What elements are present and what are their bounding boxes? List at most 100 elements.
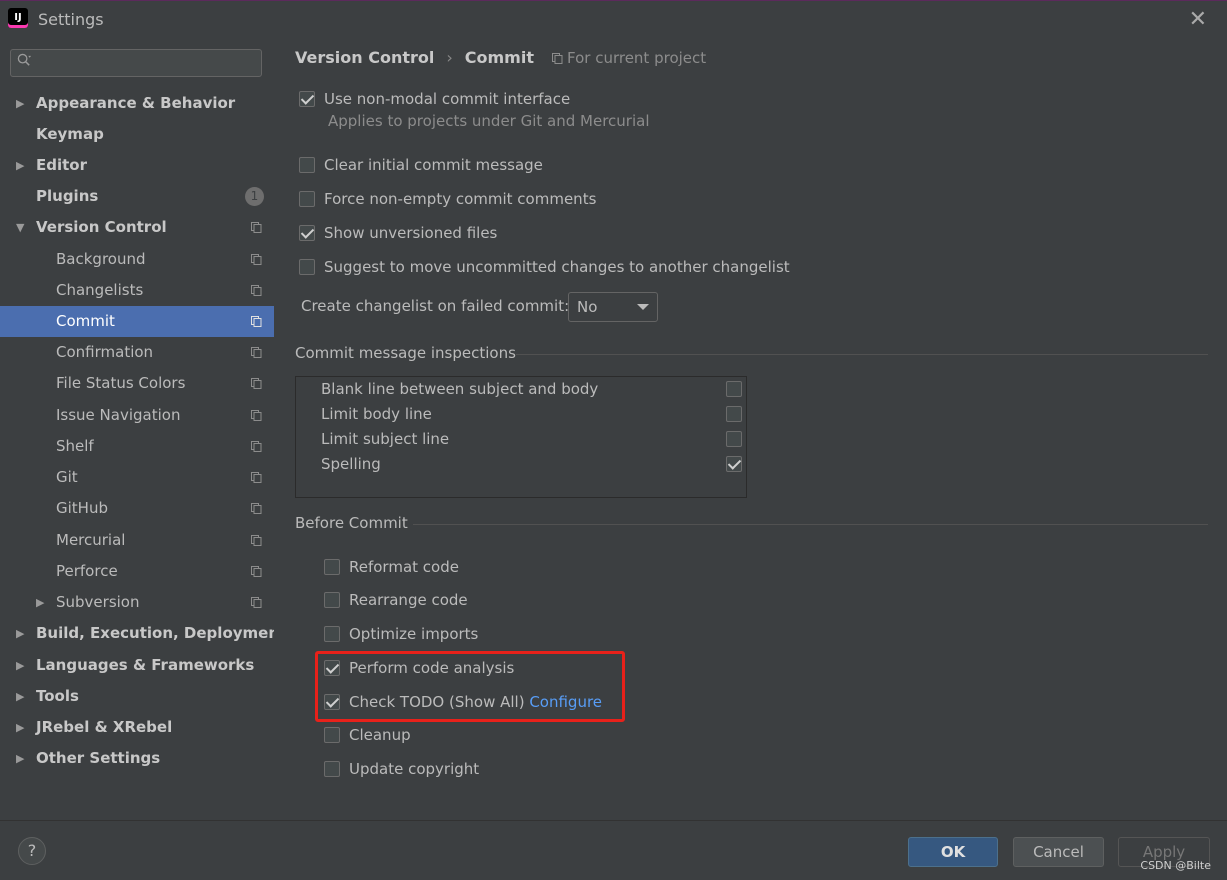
- search-input[interactable]: [45, 53, 259, 75]
- force-nonempty-comments-option[interactable]: Force non-empty commit comments: [299, 187, 596, 211]
- clear-initial-message-option[interactable]: Clear initial commit message: [299, 153, 543, 177]
- project-scope-icon: [251, 566, 262, 577]
- perform-code-analysis-option[interactable]: Perform code analysis: [324, 656, 514, 680]
- force-nonempty-comments-checkbox[interactable]: [299, 191, 315, 207]
- sidebar-item-label: Shelf: [56, 437, 94, 455]
- watermark: CSDN @Bilte: [1140, 859, 1211, 872]
- collapsed-arrow-icon[interactable]: ▶: [16, 618, 24, 649]
- inspection-checkbox[interactable]: [726, 456, 742, 472]
- sidebar-item-jrebel-xrebel[interactable]: ▶ JRebel & XRebel: [0, 712, 274, 743]
- sidebar-item-label: Build, Execution, Deployment: [36, 624, 287, 642]
- sidebar-item-confirmation[interactable]: Confirmation: [0, 337, 274, 368]
- collapsed-arrow-icon[interactable]: ▶: [16, 88, 24, 119]
- help-button[interactable]: ?: [18, 837, 46, 865]
- project-scope-icon: [251, 410, 262, 421]
- non-modal-commit-checkbox[interactable]: [299, 91, 315, 107]
- collapsed-arrow-icon[interactable]: ▶: [36, 587, 44, 618]
- configure-todo-link[interactable]: Configure: [529, 693, 602, 711]
- sidebar-item-issue-navigation[interactable]: Issue Navigation: [0, 400, 274, 431]
- commit-settings-panel: Version Control › Commit For current proje…: [274, 38, 1227, 820]
- sidebar-item-perforce[interactable]: Perforce: [0, 556, 274, 587]
- inspection-row: Limit body line: [321, 402, 751, 427]
- project-scope-icon: [251, 378, 262, 389]
- sidebar-item-appearance-behavior[interactable]: ▶ Appearance & Behavior: [0, 88, 274, 119]
- project-scope-icon: [251, 222, 262, 233]
- optimize-imports-option[interactable]: Optimize imports: [324, 622, 478, 646]
- optimize-imports-checkbox[interactable]: [324, 626, 340, 642]
- sidebar-item-commit[interactable]: Commit: [0, 306, 274, 337]
- inspection-row: Spelling: [321, 452, 751, 477]
- sidebar-item-subversion[interactable]: ▶ Subversion: [0, 587, 274, 618]
- sidebar-item-shelf[interactable]: Shelf: [0, 431, 274, 462]
- sidebar-item-plugins[interactable]: Plugins 1: [0, 181, 274, 212]
- cancel-button[interactable]: Cancel: [1013, 837, 1104, 867]
- update-copyright-option[interactable]: Update copyright: [324, 757, 479, 781]
- cleanup-label: Cleanup: [349, 726, 411, 744]
- changelist-on-failed-select[interactable]: No: [568, 292, 658, 322]
- reformat-code-option[interactable]: Reformat code: [324, 555, 459, 579]
- project-scope-icon: [251, 316, 262, 327]
- reformat-code-checkbox[interactable]: [324, 559, 340, 575]
- sidebar-item-keymap[interactable]: Keymap: [0, 119, 274, 150]
- check-todo-show-all-checkbox[interactable]: [324, 694, 340, 710]
- sidebar-item-other-settings[interactable]: ▶ Other Settings: [0, 743, 274, 774]
- project-scope-icon: [251, 441, 262, 452]
- breadcrumb-current: Commit: [464, 48, 534, 67]
- inspection-label: Blank line between subject and body: [321, 380, 599, 398]
- sidebar-item-git[interactable]: Git: [0, 462, 274, 493]
- check-todo-show-all-option[interactable]: Check TODO (Show All) Configure: [324, 690, 602, 714]
- inspection-checkbox[interactable]: [726, 406, 742, 422]
- search-field[interactable]: [10, 49, 262, 77]
- force-nonempty-comments-label: Force non-empty commit comments: [324, 190, 597, 208]
- sidebar-item-changelists[interactable]: Changelists: [0, 275, 274, 306]
- perform-code-analysis-label: Perform code analysis: [349, 659, 515, 677]
- sidebar-item-languages-frameworks[interactable]: ▶ Languages & Frameworks: [0, 650, 274, 681]
- suggest-move-option[interactable]: Suggest to move uncommitted changes to a…: [299, 255, 790, 279]
- project-scope-icon: [251, 597, 262, 608]
- inspection-checkbox[interactable]: [726, 381, 742, 397]
- rearrange-code-option[interactable]: Rearrange code: [324, 588, 468, 612]
- intellij-logo-icon: IJ: [5, 5, 31, 31]
- breadcrumb: Version Control › Commit: [295, 48, 534, 67]
- project-scope-icon: [251, 503, 262, 514]
- non-modal-commit-option[interactable]: Use non-modal commit interface: [299, 87, 570, 111]
- sidebar-item-build-execution-deployment[interactable]: ▶ Build, Execution, Deployment: [0, 618, 286, 649]
- cleanup-checkbox[interactable]: [324, 727, 340, 743]
- rearrange-code-checkbox[interactable]: [324, 592, 340, 608]
- inspection-checkbox[interactable]: [726, 431, 742, 447]
- show-unversioned-checkbox[interactable]: [299, 225, 315, 241]
- collapsed-arrow-icon[interactable]: ▶: [16, 743, 24, 774]
- collapsed-arrow-icon[interactable]: ▶: [16, 712, 24, 743]
- sidebar-item-tools[interactable]: ▶ Tools: [0, 681, 274, 712]
- inspection-label: Limit subject line: [321, 430, 450, 448]
- show-unversioned-option[interactable]: Show unversioned files: [299, 221, 497, 245]
- ok-button[interactable]: OK: [908, 837, 998, 867]
- sidebar-item-editor[interactable]: ▶ Editor: [0, 150, 274, 181]
- project-scope-icon: [251, 285, 262, 296]
- close-icon[interactable]: ✕: [1189, 7, 1207, 32]
- sidebar-item-background[interactable]: Background: [0, 244, 274, 275]
- settings-sidebar: ▶ Appearance & Behavior Keymap ▶ Editor Plugi…: [0, 38, 286, 820]
- clear-initial-message-checkbox[interactable]: [299, 157, 315, 173]
- breadcrumb-separator: ›: [446, 48, 453, 67]
- sidebar-item-label: Background: [56, 250, 146, 268]
- sidebar-item-version-control[interactable]: ▼ Version Control: [0, 212, 274, 243]
- collapsed-arrow-icon[interactable]: ▶: [16, 681, 24, 712]
- optimize-imports-label: Optimize imports: [349, 625, 479, 643]
- sidebar-item-mercurial[interactable]: Mercurial: [0, 525, 274, 556]
- cleanup-option[interactable]: Cleanup: [324, 723, 411, 747]
- suggest-move-checkbox[interactable]: [299, 259, 315, 275]
- sidebar-item-label: Version Control: [36, 218, 167, 236]
- dialog-footer: ? OK Cancel Apply CSDN @Bilte: [0, 820, 1227, 880]
- update-copyright-checkbox[interactable]: [324, 761, 340, 777]
- expanded-arrow-icon[interactable]: ▼: [16, 212, 24, 243]
- collapsed-arrow-icon[interactable]: ▶: [16, 150, 24, 181]
- collapsed-arrow-icon[interactable]: ▶: [16, 650, 24, 681]
- perform-code-analysis-checkbox[interactable]: [324, 660, 340, 676]
- sidebar-item-github[interactable]: GitHub: [0, 493, 274, 524]
- sidebar-item-label: Plugins: [36, 187, 99, 205]
- breadcrumb-parent[interactable]: Version Control: [295, 48, 434, 67]
- sidebar-item-label: GitHub: [56, 499, 108, 517]
- project-scope-icon: [251, 535, 262, 546]
- sidebar-item-file-status-colors[interactable]: File Status Colors: [0, 368, 274, 399]
